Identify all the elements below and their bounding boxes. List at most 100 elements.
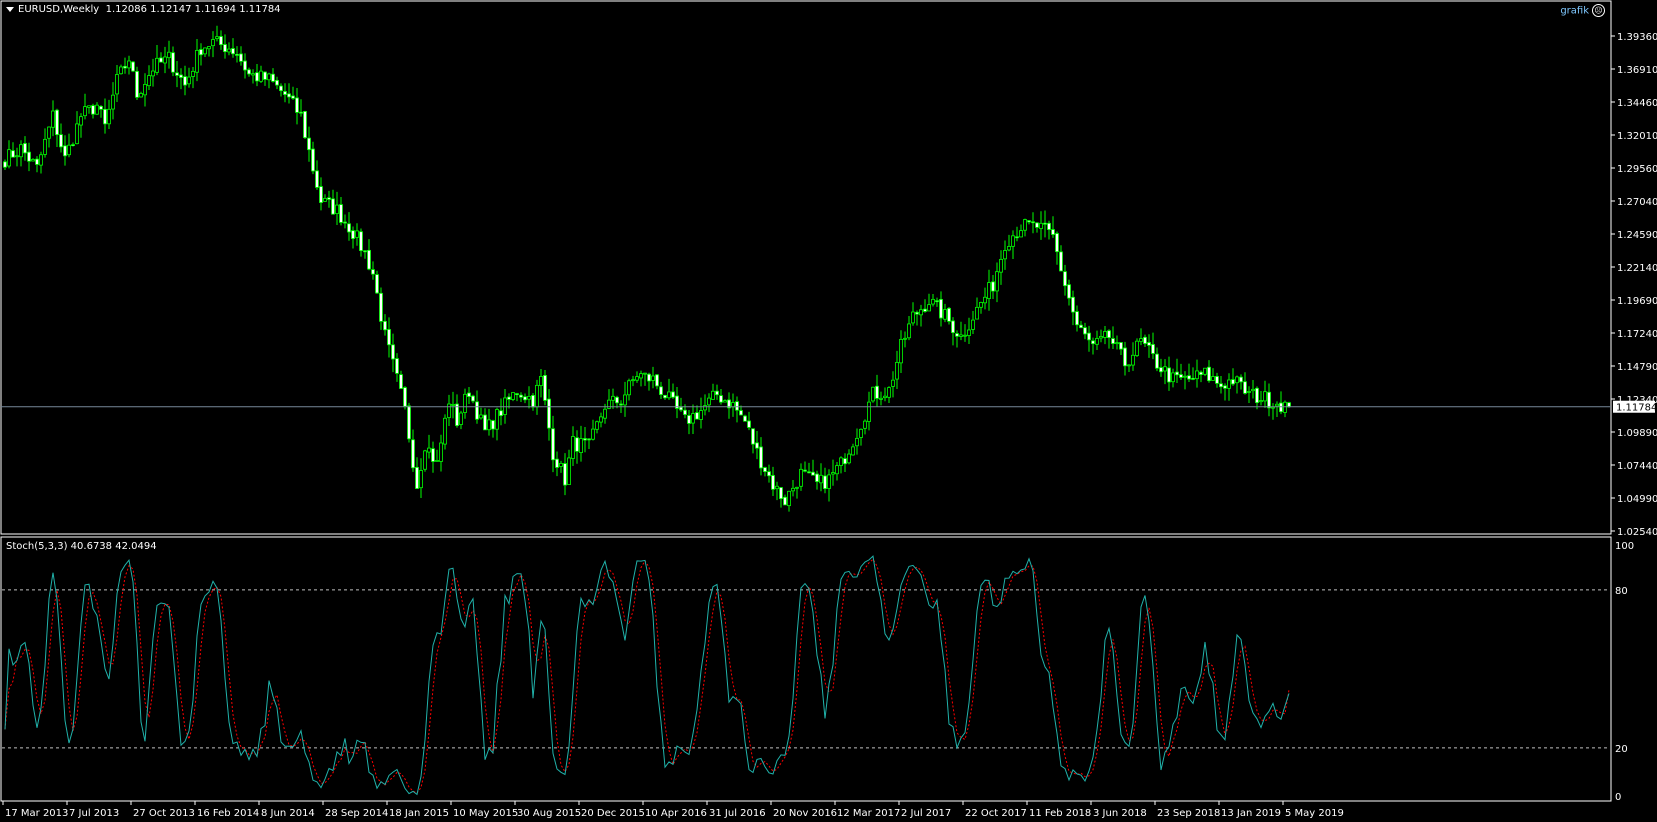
candle — [543, 369, 547, 406]
candle-body — [799, 468, 803, 487]
candle — [931, 293, 935, 307]
candle — [1159, 358, 1163, 377]
candle-body — [879, 397, 883, 400]
candle-body — [451, 403, 455, 406]
candle — [75, 111, 79, 145]
candle-body — [423, 450, 427, 470]
candle-body — [363, 250, 367, 253]
candle-body — [315, 170, 319, 188]
candle — [643, 372, 647, 386]
candle-body — [707, 397, 711, 406]
candle — [171, 46, 175, 77]
price-tick-label: 1.19690 — [1617, 296, 1657, 307]
candle — [43, 128, 47, 158]
candle-body — [943, 309, 947, 320]
candle — [1195, 359, 1199, 388]
candle-body — [1247, 391, 1251, 393]
candle-body — [1175, 371, 1179, 376]
candle-body — [159, 57, 163, 63]
expert-status[interactable]: grafik ☹ — [1560, 4, 1605, 17]
candle-body — [807, 471, 811, 474]
candle-body — [219, 36, 223, 46]
candle — [599, 412, 603, 428]
candle — [1179, 363, 1183, 381]
candle-body — [1219, 383, 1223, 388]
candle-body — [743, 415, 747, 422]
candle-body — [867, 401, 871, 422]
candle-body — [307, 137, 311, 151]
chart-canvas[interactable]: 1.39360 1.36910 1.34460 1.32010 1.29560 1.270… — [0, 0, 1657, 822]
candle — [379, 287, 383, 330]
candle — [807, 462, 811, 474]
stoch-axis: 100 80 20 0 — [1615, 541, 1634, 803]
candle — [103, 98, 107, 134]
candle-body — [1099, 336, 1103, 339]
candle-body — [1035, 222, 1039, 228]
candle-body — [347, 223, 351, 233]
candle-body — [359, 231, 363, 251]
time-tick-label: 28 Sep 2014 — [325, 808, 388, 819]
time-tick-label: 18 Jan 2015 — [389, 808, 449, 819]
candle-body — [539, 375, 543, 387]
candle-body — [75, 123, 79, 145]
candle-body — [859, 428, 863, 438]
candle-body — [203, 47, 207, 55]
candle-body — [399, 374, 403, 389]
candle — [1003, 240, 1007, 270]
candle-body — [1019, 230, 1023, 238]
candle — [91, 103, 95, 119]
time-tick-label: 17 Mar 2013 — [5, 808, 68, 819]
candle — [415, 457, 419, 489]
candle — [1095, 330, 1099, 350]
candle — [1183, 371, 1187, 390]
candle — [779, 487, 783, 508]
candle — [323, 194, 327, 202]
candle-body — [567, 457, 571, 485]
candle-body — [39, 154, 43, 166]
candle — [115, 64, 119, 103]
candle-body — [599, 416, 603, 423]
candle-body — [87, 105, 91, 108]
candle-body — [467, 392, 471, 397]
candle — [575, 430, 579, 464]
candle-body — [95, 104, 99, 115]
candle-body — [323, 198, 327, 202]
candle-body — [507, 396, 511, 400]
candle — [1171, 368, 1175, 388]
candle — [375, 270, 379, 294]
candle — [263, 71, 267, 86]
candle — [935, 297, 939, 307]
candle-body — [1043, 222, 1047, 225]
candle-body — [295, 97, 299, 113]
candle-body — [895, 362, 899, 380]
stoch-levels — [2, 589, 1610, 749]
candle — [923, 299, 927, 313]
candle-body — [1183, 375, 1187, 378]
candle — [127, 55, 131, 75]
candle — [1051, 216, 1055, 238]
candle — [995, 262, 999, 303]
candle-body — [763, 467, 767, 472]
candle — [1059, 245, 1063, 272]
candle-body — [655, 374, 659, 387]
candle — [427, 434, 431, 459]
ohlc-values: 1.12086 1.12147 1.11694 1.11784 — [105, 4, 281, 15]
candle — [979, 301, 983, 314]
candle-body — [407, 405, 411, 440]
candle — [383, 314, 387, 336]
candle — [471, 394, 475, 404]
candle — [479, 407, 483, 420]
candle — [1011, 230, 1015, 259]
candle — [955, 330, 959, 348]
candle — [999, 250, 1003, 285]
dropdown-triangle-icon[interactable] — [6, 6, 14, 12]
candle — [959, 321, 963, 341]
candle — [1267, 383, 1271, 417]
candle — [539, 368, 543, 398]
candle — [1207, 360, 1211, 383]
candle — [151, 58, 155, 87]
candle — [607, 389, 611, 410]
candle — [67, 133, 71, 158]
candle — [351, 226, 355, 249]
candle — [531, 392, 535, 411]
